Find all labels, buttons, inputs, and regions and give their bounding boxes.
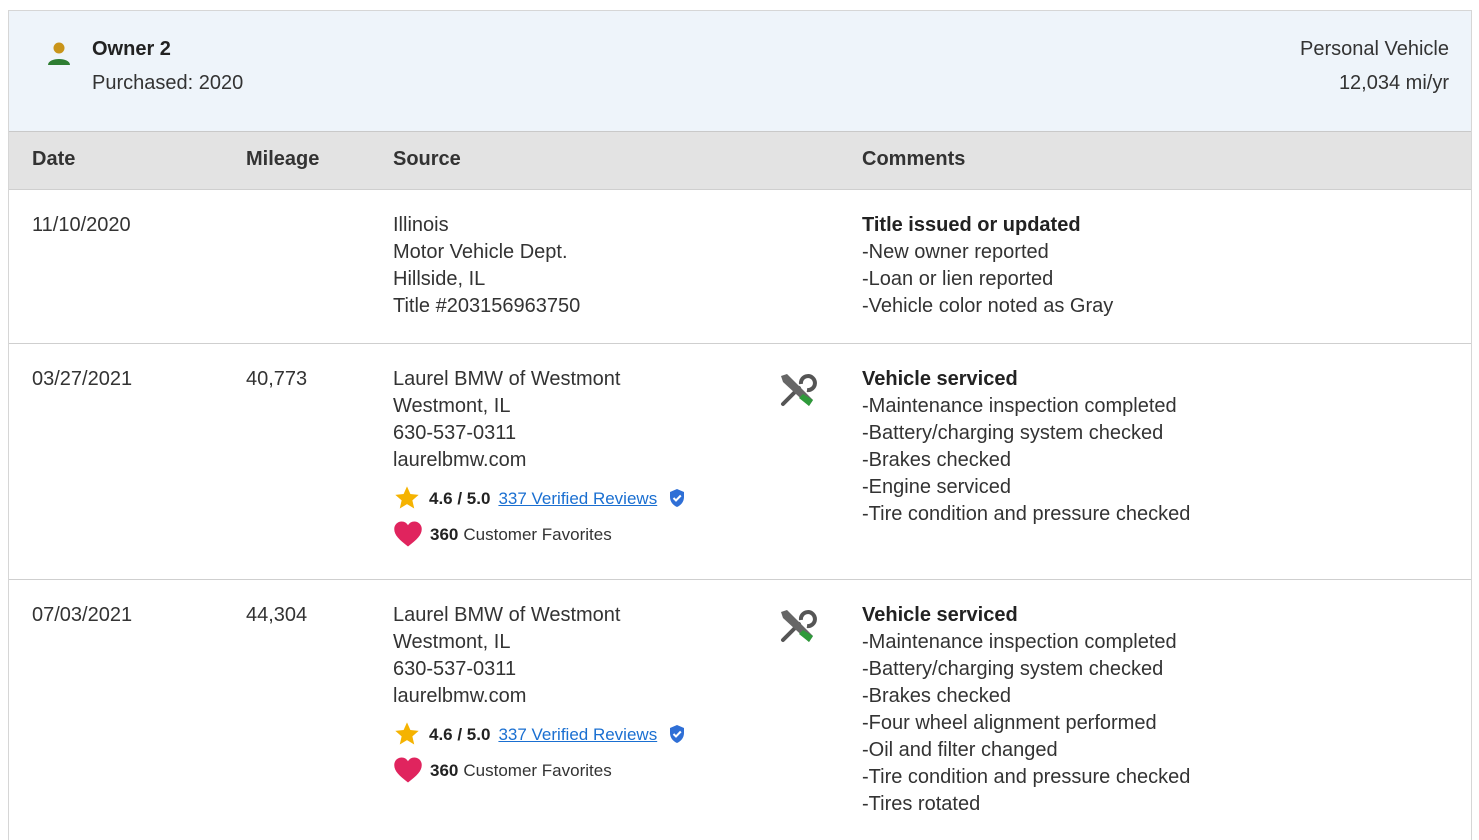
comment-item: Four wheel alignment performed: [862, 710, 1190, 737]
column-header-mileage: Mileage: [246, 148, 320, 170]
record-comments: Title issued or updated New owner report…: [862, 212, 1113, 320]
rating-value: 4.6 / 5.0: [429, 724, 491, 744]
column-header-source: Source: [393, 148, 461, 170]
record-source: Laurel BMW of Westmont Westmont, IL 630-…: [393, 366, 687, 548]
source-line: Title #203156963750: [393, 295, 581, 317]
record-mileage: 40,773: [246, 368, 308, 390]
service-tools-icon: [781, 610, 817, 642]
heart-icon: [394, 521, 422, 547]
customer-favorites: 360 Customer Favorites: [393, 520, 687, 548]
owner-header: Owner 2 Purchased: 2020 Personal Vehicle…: [9, 11, 1471, 132]
source-line: Laurel BMW of Westmont: [393, 604, 621, 626]
comment-item: Maintenance inspection completed: [862, 393, 1190, 420]
comment-item: Engine serviced: [862, 474, 1190, 501]
favorites-label: Customer Favorites: [463, 524, 612, 544]
comment-item: Tire condition and pressure checked: [862, 501, 1191, 528]
comment-item: New owner reported: [862, 239, 1113, 266]
comment-item: Vehicle color noted as Gray: [862, 293, 1114, 320]
table-row: 03/27/2021 40,773 Laurel BMW of Westmont…: [9, 344, 1471, 580]
comment-title: Vehicle serviced: [862, 604, 1018, 626]
favorites-label: Customer Favorites: [463, 760, 612, 780]
person-icon: [48, 42, 70, 65]
verified-shield-icon: [670, 725, 685, 743]
owner-name: Owner 2: [92, 38, 171, 60]
table-row: 11/10/2020 Illinois Motor Vehicle Dept. …: [9, 190, 1471, 344]
comment-title: Title issued or updated: [862, 214, 1081, 236]
record-source: Laurel BMW of Westmont Westmont, IL 630-…: [393, 602, 687, 784]
record-comments: Vehicle serviced Maintenance inspection …: [862, 602, 1190, 818]
source-line: 630-537-0311: [393, 422, 517, 444]
record-date: 07/03/2021: [32, 604, 133, 626]
record-mileage: 44,304: [246, 604, 308, 626]
record-date: 03/27/2021: [32, 368, 133, 390]
column-header-comments: Comments: [862, 148, 966, 170]
source-line: laurelbmw.com: [393, 685, 527, 707]
source-line: Motor Vehicle Dept.: [393, 241, 568, 263]
comment-item: Battery/charging system checked: [862, 420, 1190, 447]
record-date: 11/10/2020: [32, 214, 131, 236]
source-line: 630-537-0311: [393, 658, 517, 680]
comment-item: Oil and filter changed: [862, 737, 1190, 764]
service-tools-icon: [781, 374, 817, 406]
comment-item: Loan or lien reported: [862, 266, 1113, 293]
comment-item: Maintenance inspection completed: [862, 629, 1190, 656]
comment-item: Battery/charging system checked: [862, 656, 1190, 683]
source-line: Hillside, IL: [393, 268, 486, 290]
source-line: laurelbmw.com: [393, 449, 527, 471]
rating-value: 4.6 / 5.0: [429, 488, 491, 508]
service-icon-cell: [777, 606, 817, 654]
owner-miles-per-year: 12,034 mi/yr: [1338, 72, 1449, 94]
dealer-rating: 4.6 / 5.0 337 Verified Reviews: [393, 720, 687, 748]
verified-shield-icon: [670, 489, 685, 507]
record-comments: Vehicle serviced Maintenance inspection …: [862, 366, 1190, 528]
comment-item: Tire condition and pressure checked: [862, 764, 1191, 791]
table-header: Date Mileage Source Comments: [9, 132, 1471, 190]
column-header-date: Date: [32, 148, 76, 170]
customer-favorites: 360 Customer Favorites: [393, 756, 687, 784]
source-line: Westmont, IL: [393, 631, 511, 653]
owner-purchased: Purchased: 2020: [92, 72, 244, 94]
comment-title: Vehicle serviced: [862, 368, 1018, 390]
owner-usage-type: Personal Vehicle: [1300, 38, 1449, 60]
source-line: Westmont, IL: [393, 395, 511, 417]
verified-reviews-link[interactable]: 337 Verified Reviews: [498, 721, 657, 748]
table-row: 07/03/2021 44,304 Laurel BMW of Westmont…: [9, 580, 1471, 840]
record-source: Illinois Motor Vehicle Dept. Hillside, I…: [393, 212, 580, 320]
favorites-count: 360: [430, 524, 459, 544]
star-icon: [395, 722, 419, 745]
service-icon-cell: [777, 370, 817, 418]
dealer-rating: 4.6 / 5.0 337 Verified Reviews: [393, 484, 687, 512]
owner-history-card: Owner 2 Purchased: 2020 Personal Vehicle…: [8, 10, 1472, 840]
star-icon: [395, 486, 419, 509]
source-line: Laurel BMW of Westmont: [393, 368, 621, 390]
source-line: Illinois: [393, 214, 449, 236]
heart-icon: [394, 757, 422, 783]
favorites-count: 360: [430, 760, 459, 780]
comment-item: Tires rotated: [862, 791, 1190, 818]
comment-item: Brakes checked: [862, 683, 1190, 710]
verified-reviews-link[interactable]: 337 Verified Reviews: [498, 485, 657, 512]
comment-item: Brakes checked: [862, 447, 1190, 474]
